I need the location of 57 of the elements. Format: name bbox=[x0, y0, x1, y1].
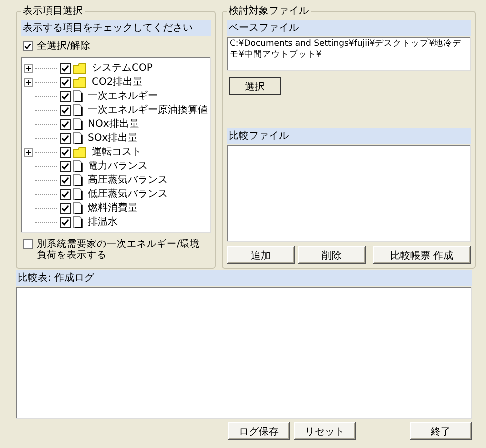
tree-item[interactable]: システムCOP bbox=[92, 61, 153, 75]
checkbox[interactable] bbox=[23, 239, 33, 249]
checkbox[interactable] bbox=[60, 146, 71, 158]
footer-button[interactable]: 終了 bbox=[410, 422, 472, 440]
tree-item[interactable]: 燃料消費量 bbox=[88, 201, 138, 215]
tree-item[interactable]: 排温水 bbox=[88, 215, 118, 229]
expand-toggle[interactable] bbox=[24, 148, 33, 156]
panel-title: 検討対象ファイル bbox=[228, 4, 310, 18]
checkbox[interactable] bbox=[60, 62, 71, 74]
expand-toggle[interactable] bbox=[24, 64, 33, 72]
checkbox[interactable] bbox=[23, 41, 33, 51]
document-icon bbox=[73, 90, 83, 102]
tree-item[interactable]: 運転コスト bbox=[92, 145, 142, 159]
document-icon bbox=[73, 160, 83, 172]
tree-item[interactable]: 低圧蒸気バランス bbox=[88, 187, 168, 201]
tree-item[interactable]: 電力バランス bbox=[88, 159, 148, 173]
checkbox[interactable] bbox=[60, 216, 71, 228]
document-icon bbox=[73, 104, 83, 116]
checkbox[interactable] bbox=[60, 104, 71, 116]
footer-button[interactable]: リセット bbox=[294, 422, 356, 440]
folder-icon bbox=[73, 62, 87, 74]
checkbox[interactable] bbox=[60, 202, 71, 214]
checkbox[interactable] bbox=[60, 160, 71, 172]
checkbox[interactable] bbox=[60, 90, 71, 102]
checkbox[interactable] bbox=[60, 188, 71, 200]
tree-item[interactable]: CO2排出量 bbox=[92, 75, 144, 89]
checkbox[interactable] bbox=[60, 118, 71, 130]
option-label: 別系統需要家の一次エネルギー/環境負荷を表示する bbox=[37, 239, 202, 262]
document-icon bbox=[73, 202, 83, 214]
tree-item[interactable]: NOx排出量 bbox=[88, 117, 140, 131]
footer-button[interactable]: ログ保存 bbox=[228, 422, 290, 440]
tree-item[interactable]: 一次エネルギー原油換算値 bbox=[88, 103, 208, 117]
tree-item[interactable]: SOx排出量 bbox=[88, 131, 138, 145]
select-all-label: 全選択/解除 bbox=[37, 40, 90, 53]
document-icon bbox=[73, 174, 83, 186]
document-icon bbox=[73, 118, 83, 130]
document-icon bbox=[73, 132, 83, 144]
action-button[interactable]: 追加 bbox=[227, 246, 295, 264]
folder-icon bbox=[73, 76, 87, 88]
panel-title: 表示項目選択 bbox=[22, 4, 84, 18]
document-icon bbox=[73, 216, 83, 228]
tree-item[interactable]: 一次エネルギー bbox=[88, 89, 158, 103]
action-button[interactable]: 削除 bbox=[298, 246, 366, 264]
action-button[interactable]: 比較帳票 作成 bbox=[373, 246, 471, 264]
section-header: 比較ファイル bbox=[227, 128, 471, 144]
base-file-field[interactable]: C:¥Documents and Settings¥fujii¥デスクトップ¥地冷デモ¥中間アウトプット¥ bbox=[227, 37, 471, 71]
section-header: ベースファイル bbox=[227, 20, 471, 36]
checkbox[interactable] bbox=[60, 132, 71, 144]
expand-toggle[interactable] bbox=[24, 78, 33, 86]
section-header: 比較表: 作成ログ bbox=[16, 270, 472, 286]
folder-icon bbox=[73, 146, 87, 158]
document-icon bbox=[73, 188, 83, 200]
checkbox[interactable] bbox=[60, 174, 71, 186]
checkbox[interactable] bbox=[60, 76, 71, 88]
section-header: 表示する項目をチェックしてください bbox=[21, 20, 211, 36]
tree-item[interactable]: 高圧蒸気バランス bbox=[88, 173, 168, 187]
select-button[interactable]: 選択 bbox=[229, 77, 281, 95]
